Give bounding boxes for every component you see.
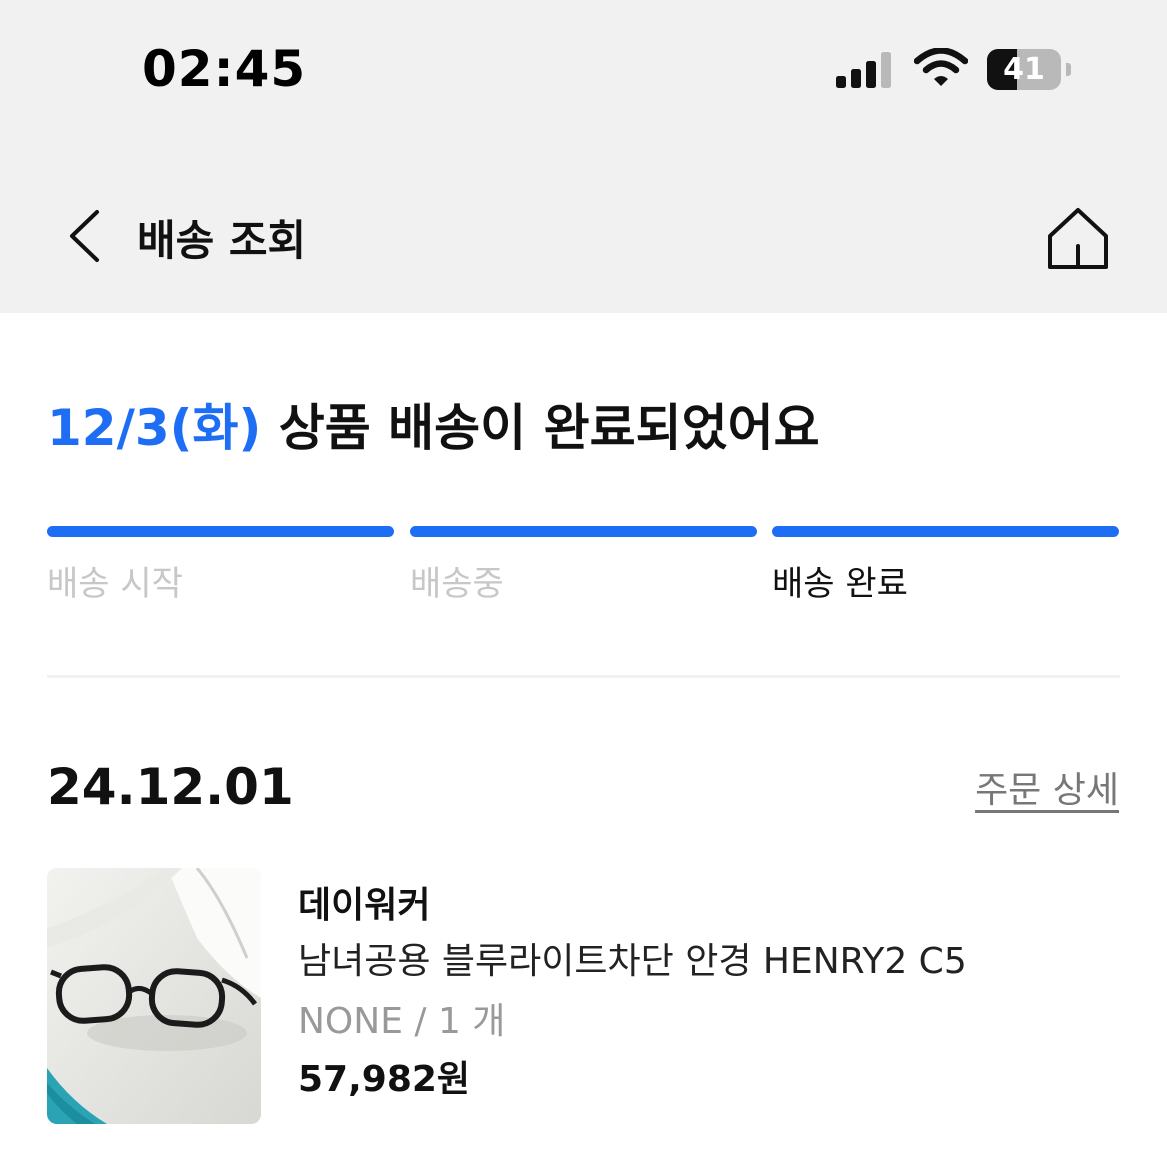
glasses-photo bbox=[47, 868, 261, 1124]
progress-step-complete: 배송 완료 bbox=[772, 526, 1119, 605]
battery-level-text: 41 bbox=[1003, 52, 1045, 87]
order-detail-link[interactable]: 주문 상세 bbox=[975, 761, 1119, 813]
back-button[interactable] bbox=[58, 205, 110, 267]
delivery-message: 상품 배송이 완료되었어요 bbox=[278, 399, 820, 457]
progress-bar-in-transit bbox=[410, 526, 757, 537]
progress-bar-start bbox=[47, 526, 394, 537]
product-info[interactable]: 데이워커 남녀공용 블루라이트차단 안경 HENRY2 C5 NONE / 1 … bbox=[298, 884, 967, 1102]
delivery-progress: 배송 시작 배송중 배송 완료 bbox=[47, 526, 1120, 606]
progress-step-in-transit: 배송중 bbox=[410, 526, 757, 605]
product-price: 57,982원 bbox=[298, 1059, 471, 1100]
page-title: 배송 조회 bbox=[137, 216, 307, 265]
progress-bar-complete bbox=[772, 526, 1119, 537]
product-name: 남녀공용 블루라이트차단 안경 HENRY2 C5 bbox=[298, 941, 967, 982]
product-image[interactable] bbox=[47, 868, 261, 1124]
top-bar: 02:45 41 배송 조회 bbox=[0, 0, 1167, 313]
battery-icon: 41 bbox=[987, 49, 1063, 90]
progress-step-label: 배송 완료 bbox=[772, 564, 908, 604]
order-date: 24.12.01 bbox=[47, 758, 294, 816]
home-button[interactable] bbox=[1040, 202, 1116, 274]
section-divider bbox=[47, 675, 1120, 678]
wifi-icon bbox=[914, 48, 968, 86]
battery-nub bbox=[1066, 63, 1071, 76]
progress-step-label: 배송 시작 bbox=[47, 564, 183, 604]
product-brand: 데이워커 bbox=[298, 885, 431, 926]
delivery-headline: 12/3(화) 상품 배송이 완료되었어요 bbox=[47, 388, 820, 460]
cellular-signal-icon bbox=[836, 52, 891, 88]
status-time: 02:45 bbox=[142, 40, 307, 98]
product-option: NONE / 1 개 bbox=[298, 1001, 506, 1042]
home-icon bbox=[1048, 208, 1108, 269]
progress-step-label: 배송중 bbox=[410, 564, 504, 604]
chevron-left-icon bbox=[70, 210, 99, 262]
delivery-date: 12/3(화) bbox=[47, 399, 262, 457]
progress-step-start: 배송 시작 bbox=[47, 526, 394, 605]
